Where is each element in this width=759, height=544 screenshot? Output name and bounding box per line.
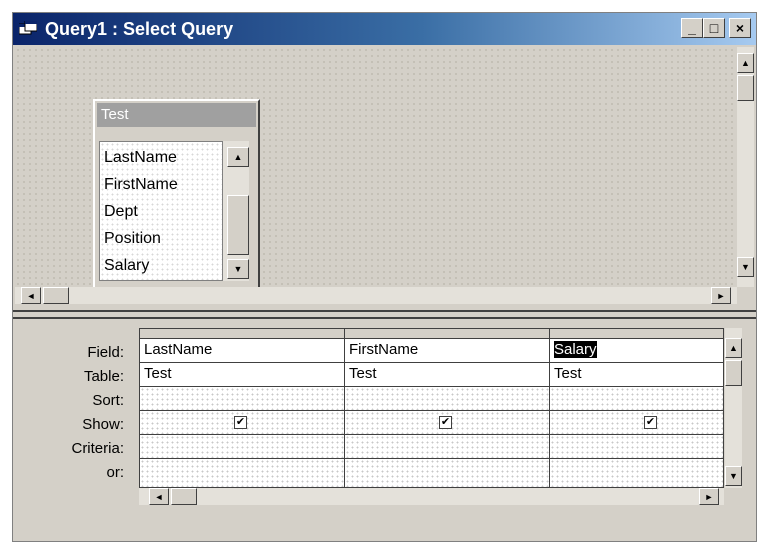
- grid-cell-or[interactable]: [550, 459, 723, 487]
- grid-cell-field[interactable]: Salary: [550, 339, 723, 363]
- row-label-sort: Sort:: [92, 392, 124, 409]
- checkmark-icon: ✔: [645, 416, 656, 428]
- select-query-window: Query1 : Select Query _ □ × Test LastNam…: [12, 12, 757, 542]
- row-label-table: Table:: [83, 368, 124, 385]
- field-item-salary[interactable]: Salary: [104, 256, 149, 276]
- grid-vscroll-thumb[interactable]: [725, 360, 742, 386]
- grid-cell-criteria[interactable]: [550, 435, 723, 459]
- field-list-scroll-up-button[interactable]: ▲: [227, 147, 249, 167]
- row-label-field: Field:: [87, 344, 124, 361]
- grid-cell-sort[interactable]: [345, 387, 550, 411]
- selected-field-text[interactable]: Salary: [554, 341, 597, 358]
- grid-cell-sort[interactable]: [550, 387, 723, 411]
- maximize-icon: □: [709, 20, 719, 36]
- column-selector[interactable]: [550, 329, 723, 339]
- checkmark-icon: ✔: [440, 416, 451, 428]
- grid-scroll-down-button[interactable]: ▼: [725, 466, 742, 486]
- column-selector[interactable]: [140, 329, 345, 339]
- scroll-left-icon: ◄: [154, 491, 164, 502]
- table-pane[interactable]: Test LastName FirstName Dept Position Sa…: [15, 47, 737, 289]
- grid-horizontal-scrollbar[interactable]: ◄ ►: [139, 488, 724, 505]
- title-bar[interactable]: Query1 : Select Query _ □ ×: [13, 13, 756, 45]
- row-label-criteria: Criteria:: [71, 440, 124, 457]
- table-pane-scroll-right-button[interactable]: ►: [711, 287, 731, 304]
- show-checkbox[interactable]: ✔: [644, 416, 657, 429]
- scroll-right-icon: ►: [704, 491, 714, 502]
- scroll-right-icon: ►: [716, 290, 726, 301]
- grid-cell-show[interactable]: ✔: [550, 411, 723, 435]
- table-pane-horizontal-scrollbar[interactable]: ◄ ►: [15, 287, 737, 304]
- grid-scroll-up-button[interactable]: ▲: [725, 338, 742, 358]
- scroll-down-icon: ▼: [233, 264, 243, 274]
- table-pane-scroll-down-button[interactable]: ▼: [737, 257, 754, 277]
- minimize-button[interactable]: _: [681, 18, 703, 38]
- grid-cell-sort[interactable]: [140, 387, 345, 411]
- table-pane-vscroll-thumb[interactable]: [737, 75, 754, 101]
- grid-cell-show[interactable]: ✔: [140, 411, 345, 435]
- field-list-scrollbar[interactable]: ▲ ▼: [223, 141, 249, 281]
- grid-scroll-right-button[interactable]: ►: [699, 488, 719, 505]
- field-item-dept[interactable]: Dept: [104, 202, 138, 222]
- field-item-lastname[interactable]: LastName: [104, 148, 177, 168]
- scroll-down-icon: ▼: [741, 262, 750, 272]
- close-icon: ×: [735, 20, 745, 36]
- scroll-up-icon: ▲: [741, 58, 750, 68]
- table-field-list-test[interactable]: Test LastName FirstName Dept Position Sa…: [93, 99, 260, 289]
- show-checkbox[interactable]: ✔: [234, 416, 247, 429]
- table-pane-vertical-scrollbar[interactable]: ▲ ▼: [737, 47, 754, 287]
- field-list-scroll-thumb[interactable]: [227, 195, 249, 255]
- grid-scroll-left-button[interactable]: ◄: [149, 488, 169, 505]
- row-label-show: Show:: [82, 416, 124, 433]
- table-box-title[interactable]: Test: [97, 103, 256, 127]
- grid-cell-criteria[interactable]: [140, 435, 345, 459]
- grid-vertical-scrollbar[interactable]: ▲ ▼: [725, 328, 742, 488]
- grid-cell-field[interactable]: FirstName: [345, 339, 550, 363]
- grid-cell-show[interactable]: ✔: [345, 411, 550, 435]
- checkmark-icon: ✔: [235, 416, 246, 428]
- row-label-or: or:: [106, 464, 124, 481]
- grid-hscroll-thumb[interactable]: [171, 488, 197, 505]
- field-item-position[interactable]: Position: [104, 229, 161, 249]
- minimize-icon: _: [688, 20, 696, 36]
- close-button[interactable]: ×: [729, 18, 751, 38]
- table-pane-scroll-left-button[interactable]: ◄: [21, 287, 41, 304]
- field-list[interactable]: LastName FirstName Dept Position Salary: [99, 141, 223, 281]
- table-pane-scroll-up-button[interactable]: ▲: [737, 53, 754, 73]
- field-item-firstname[interactable]: FirstName: [104, 175, 178, 195]
- grid-cell-or[interactable]: [140, 459, 345, 487]
- table-pane-hscroll-thumb[interactable]: [43, 287, 69, 304]
- show-checkbox[interactable]: ✔: [439, 416, 452, 429]
- grid-cell-table[interactable]: Test: [140, 363, 345, 387]
- query-icon: [19, 21, 37, 35]
- grid-cell-criteria[interactable]: [345, 435, 550, 459]
- column-selector[interactable]: [345, 329, 550, 339]
- grid-cell-or[interactable]: [345, 459, 550, 487]
- grid-cell-field[interactable]: LastName: [140, 339, 345, 363]
- scroll-down-icon: ▼: [729, 471, 738, 481]
- grid-cell-table[interactable]: Test: [345, 363, 550, 387]
- scroll-left-icon: ◄: [26, 290, 36, 301]
- pane-splitter[interactable]: [13, 310, 756, 319]
- field-list-scroll-down-button[interactable]: ▼: [227, 259, 249, 279]
- query-design-grid[interactable]: LastName Test ✔ FirstName Test ✔ Salary …: [139, 328, 724, 488]
- scroll-up-icon: ▲: [729, 343, 738, 353]
- scroll-up-icon: ▲: [233, 152, 243, 162]
- window-title: Query1 : Select Query: [45, 19, 234, 39]
- maximize-button[interactable]: □: [703, 18, 725, 38]
- grid-cell-table[interactable]: Test: [550, 363, 723, 387]
